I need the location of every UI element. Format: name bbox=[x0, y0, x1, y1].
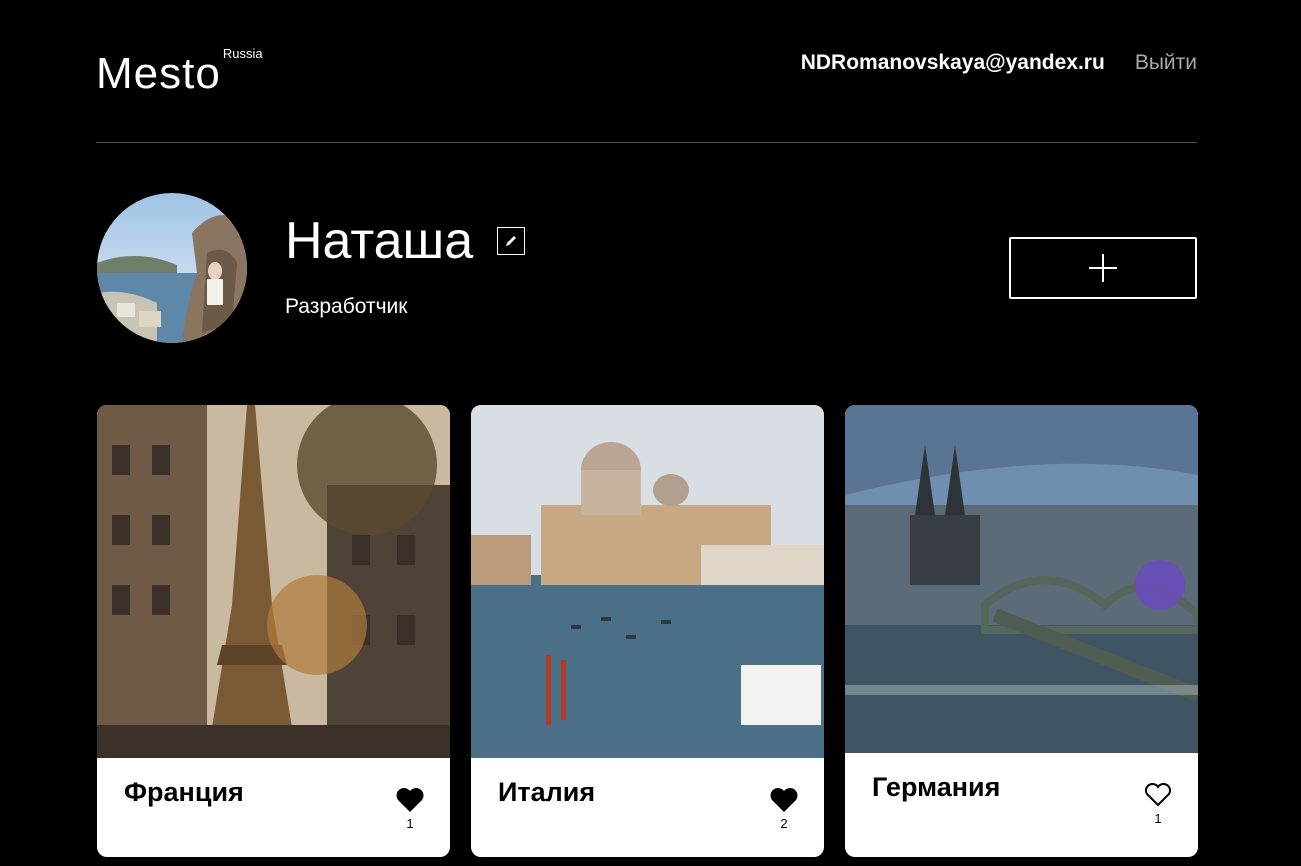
logo-text: Mesto bbox=[96, 49, 221, 98]
heart-filled-icon[interactable] bbox=[396, 788, 424, 812]
card-france: Франция 1 bbox=[97, 405, 450, 857]
card-title: Франция bbox=[124, 776, 244, 807]
like-count: 2 bbox=[780, 816, 788, 831]
cards-grid: Франция 1 Италия 2 Германия 1 bbox=[97, 405, 1198, 857]
heart-filled-icon[interactable] bbox=[770, 788, 798, 812]
logout-link[interactable]: Выйти bbox=[1135, 50, 1197, 76]
pencil-icon bbox=[506, 236, 517, 246]
profile: Наташа Разработчик bbox=[97, 193, 1197, 343]
user-email: NDRomanovskaya@yandex.ru bbox=[800, 51, 1105, 74]
avatar[interactable] bbox=[97, 193, 247, 343]
edit-profile-button[interactable] bbox=[497, 227, 526, 255]
card-image-cologne[interactable] bbox=[845, 405, 1198, 753]
card-image-paris[interactable] bbox=[97, 405, 450, 758]
plus-icon bbox=[1089, 254, 1117, 282]
like-count: 1 bbox=[1154, 811, 1162, 826]
profile-job: Разработчик bbox=[285, 295, 408, 318]
card-italy: Италия 2 bbox=[471, 405, 824, 857]
like-area: 1 bbox=[1143, 783, 1173, 826]
add-card-button[interactable] bbox=[1009, 237, 1197, 299]
avatar-image bbox=[97, 193, 247, 343]
page-header: Mesto Russia NDRomanovskaya@yandex.ru Вы… bbox=[96, 0, 1197, 143]
logo-superscript: Russia bbox=[222, 46, 263, 61]
like-count: 1 bbox=[406, 816, 414, 831]
heart-outline-icon[interactable] bbox=[1144, 783, 1172, 807]
user-area: NDRomanovskaya@yandex.ru Выйти bbox=[801, 50, 1197, 76]
like-area: 2 bbox=[769, 788, 799, 831]
card-title: Италия bbox=[498, 776, 596, 807]
logo: Mesto Russia bbox=[96, 46, 263, 98]
card-title: Германия bbox=[872, 771, 1001, 802]
profile-info: Наташа Разработчик bbox=[285, 211, 526, 319]
card-germany: Германия 1 bbox=[845, 405, 1198, 857]
like-area: 1 bbox=[395, 788, 425, 831]
profile-name-row: Наташа bbox=[285, 211, 526, 271]
card-image-venice[interactable] bbox=[471, 405, 824, 758]
profile-name: Наташа bbox=[285, 212, 474, 270]
